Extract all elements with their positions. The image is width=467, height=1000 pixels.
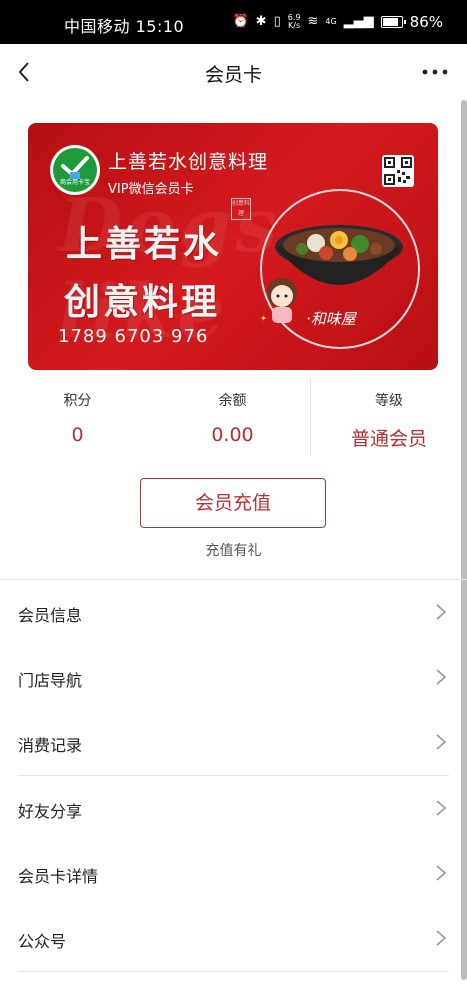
recharge-tip: 充值有礼 xyxy=(205,543,262,559)
balance-label: 余额 xyxy=(218,393,247,409)
level-stat[interactable]: 等级 普通会员 xyxy=(311,378,467,456)
member-stats: 积分 0 余额 0.00 等级 普通会员 xyxy=(0,378,467,456)
merchant-logo: 商会用卡宝 xyxy=(50,145,100,195)
points-label: 积分 xyxy=(63,393,92,409)
menu-item-label: 门店导航 xyxy=(18,671,83,690)
level-value: 普通会员 xyxy=(350,428,427,450)
menu-item-store-navigation[interactable]: 门店导航 xyxy=(0,645,467,710)
menu-item-label: 公众号 xyxy=(18,932,67,951)
status-icons: ⏰ ✱ ▯ 6.9 K/s ≋ 4G ▂▄▆ 86% xyxy=(232,13,443,31)
wifi-icon: ≋ xyxy=(307,14,319,29)
net-speed: 6.9 K/s xyxy=(288,14,301,30)
menu-item-card-details[interactable]: 会员卡详情 xyxy=(0,841,467,906)
battery-icon xyxy=(380,16,406,28)
status-bar: 中国移动 15:10 ⏰ ✱ ▯ 6.9 K/s ≋ 4G ▂▄▆ 86% xyxy=(0,0,467,44)
menu-item-label: 好友分享 xyxy=(18,802,83,821)
carrier-time: 中国移动 15:10 xyxy=(64,17,185,36)
signal-label: 4G xyxy=(325,17,337,26)
menu-item-label: 会员信息 xyxy=(18,606,83,625)
card-number: 1789 6703 976 xyxy=(58,326,209,347)
bluetooth-icon: ✱ xyxy=(255,14,267,29)
menu-item-consumption-records[interactable]: 消费记录 xyxy=(0,710,467,775)
recharge-button[interactable]: 会员充值 xyxy=(140,478,326,528)
menu-item-label: 会员卡详情 xyxy=(18,867,99,886)
cartoon-girl-illustration: ✦ xyxy=(260,278,297,323)
page-title: 会员卡 xyxy=(204,64,262,86)
member-card[interactable]: Dogs like 商会用卡宝 上善若水创意料理 VIP微信会员卡 上善若水 创… xyxy=(28,123,438,370)
nav-bar: 会员卡 xyxy=(0,44,467,100)
chevron-right-icon xyxy=(436,865,447,881)
svg-text:✦: ✦ xyxy=(260,314,267,323)
logo-text: 商会用卡宝 xyxy=(59,179,90,186)
chevron-right-icon xyxy=(436,669,447,685)
menu-item-label: 消费记录 xyxy=(18,736,83,755)
card-type: VIP微信会员卡 xyxy=(108,182,194,197)
qr-code-icon[interactable] xyxy=(382,155,414,187)
net-speed-unit: K/s xyxy=(288,21,301,30)
menu-separator xyxy=(18,971,449,972)
card-stamp: 创意料理 xyxy=(231,198,251,220)
card-headline-2: 创意料理 xyxy=(64,282,221,323)
points-stat[interactable]: 积分 0 xyxy=(0,378,155,456)
battery-text: 86% xyxy=(409,13,443,31)
points-value: 0 xyxy=(71,424,84,446)
chevron-right-icon xyxy=(436,800,447,816)
more-dots-icon[interactable] xyxy=(421,62,449,82)
card-badge: ·和味屋 xyxy=(306,310,356,328)
menu-item-member-info[interactable]: 会员信息 xyxy=(0,580,467,645)
chevron-right-icon xyxy=(436,604,447,620)
card-headline-1: 上善若水 xyxy=(66,224,223,265)
alarm-icon: ⏰ xyxy=(232,14,249,29)
menu-item-official-account[interactable]: 公众号 xyxy=(0,906,467,971)
menu-item-share-friends[interactable]: 好友分享 xyxy=(0,776,467,841)
level-label: 等级 xyxy=(375,393,403,409)
chevron-right-icon xyxy=(436,734,447,750)
merchant-name: 上善若水创意料理 xyxy=(108,151,269,173)
signal-icon: ▂▄▆ xyxy=(343,14,374,29)
balance-value: 0.00 xyxy=(211,424,254,446)
balance-stat[interactable]: 余额 0.00 xyxy=(155,378,310,456)
chevron-right-icon xyxy=(436,930,447,946)
vibrate-icon: ▯ xyxy=(273,14,281,29)
